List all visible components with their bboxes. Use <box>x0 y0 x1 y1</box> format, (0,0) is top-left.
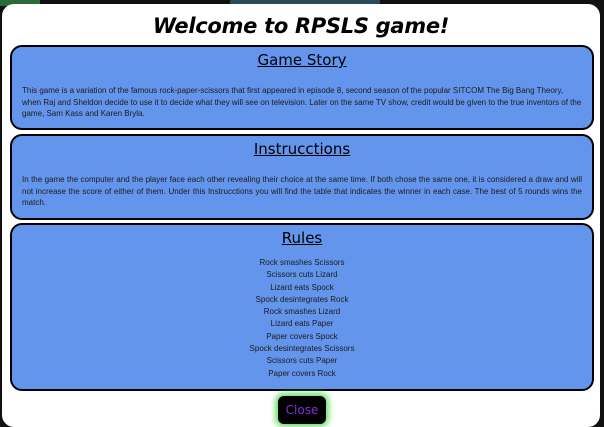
game-story-section: Game Story This game is a variation of t… <box>10 45 594 130</box>
rule-item: Lizard eats Paper <box>270 319 334 329</box>
rules-section: Rules Rock smashes Scissors Scissors cut… <box>10 223 594 391</box>
game-story-heading: Game Story <box>257 51 347 69</box>
game-story-text: This game is a variation of the famous r… <box>22 86 582 118</box>
modal-title: Welcome to RPSLS game! <box>152 14 450 38</box>
rule-item: Paper covers Rock <box>268 368 336 378</box>
rule-item: Spock desintegrates Rock <box>255 294 349 304</box>
rules-heading: Rules <box>281 229 323 247</box>
rule-item: Spock desintegrates Scissors <box>249 344 355 354</box>
rule-item: Scissors cuts Paper <box>266 356 338 366</box>
rule-item: Rock smashes Lizard <box>263 307 341 317</box>
close-button[interactable]: Close <box>278 396 326 424</box>
rule-item: Paper covers Spock <box>266 331 338 341</box>
welcome-modal: Welcome to RPSLS game! Game Story This g… <box>2 4 600 427</box>
rule-item: Lizard eats Spock <box>270 282 334 292</box>
instructions-heading: Instrucctions <box>253 140 351 158</box>
rule-item: Rock smashes Scissors <box>259 258 345 267</box>
instructions-section: Instrucctions In the game the computer a… <box>10 134 594 220</box>
rule-item: Scissors cuts Lizard <box>266 270 338 280</box>
instructions-text: In the game the computer and the player … <box>22 175 582 207</box>
rules-list: Rock smashes Scissors Scissors cuts Liza… <box>12 257 592 380</box>
